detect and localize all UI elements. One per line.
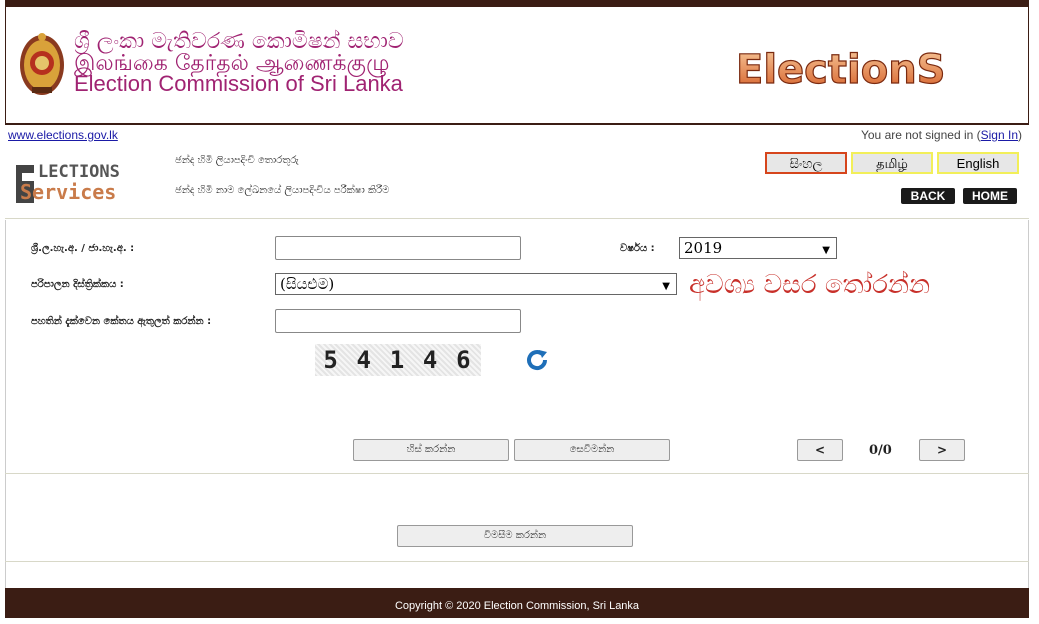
next-page-button[interactable]: > [919,439,965,461]
sri-lanka-emblem-icon [20,33,64,95]
refresh-captcha-icon[interactable] [525,348,549,372]
svg-text:LECTIONS: LECTIONS [38,162,120,182]
captcha-digit: 4 [356,346,373,374]
top-bar [5,0,1029,7]
lang-tamil-button[interactable]: தமிழ் [851,152,933,174]
year-required-note: අවශ්‍ය වසර තෝරන්න [689,270,931,300]
svg-text:Services: Services [20,180,116,204]
captcha-digit: 6 [456,346,473,374]
district-select[interactable]: (සියළුම) ▼ [275,273,677,295]
search-button[interactable]: සෙවීමන්න [514,439,670,461]
page-frame: ශ්‍රී ලංකා මැතිවරණ කොමිෂන් සභාව இலங்கை த… [5,0,1029,618]
lang-english-button[interactable]: English [937,152,1019,174]
sign-in-link[interactable]: Sign In [981,128,1018,142]
year-select[interactable]: 2019 ▼ [679,237,837,259]
nav-voter-registration-check: ඡන්ද හිමි නාම ලේඛනයේ ලියාපදිංචිය පරීක්ෂා… [175,185,390,196]
nic-input[interactable] [275,236,521,260]
inquiry-button[interactable]: විමසීම කරන්න [397,525,633,547]
elections-logo: ElectionS [736,47,946,91]
signin-status: You are not signed in (Sign In) [860,128,1022,142]
page-indicator: 0/0 [869,443,892,458]
prev-page-button[interactable]: < [797,439,843,461]
captcha-image: 5 4 1 4 6 [315,344,481,376]
divider [5,218,1029,219]
left-border [5,220,6,588]
district-label: පරිපාලන දිස්ත්‍රික්කය : [31,279,124,290]
back-button[interactable]: BACK [901,188,955,204]
divider [5,473,1029,474]
chevron-down-icon: ▼ [822,245,830,256]
website-link[interactable]: www.elections.gov.lk [8,128,118,142]
election-services-logo: LECTIONS Services [16,162,120,204]
captcha-digit: 5 [323,346,340,374]
svg-text:ElectionS: ElectionS [736,47,945,91]
captcha-input[interactable] [275,309,521,333]
nav-voter-info[interactable]: ඡන්ද හිමි ලියාපදිංචි තොරතුරු [175,155,299,166]
chevron-down-icon: ▼ [662,281,670,292]
site-header: ශ්‍රී ලංකා මැතිවරණ කොමිෂන් සභාව இலங்கை த… [5,7,1029,125]
right-border [1028,220,1029,588]
nic-label: ශ්‍රී.ල.හැ.අ. / ජා.හැ.අ. : [31,243,135,254]
captcha-digit: 1 [389,346,407,374]
lang-sinhala-button[interactable]: සිංහල [765,152,847,174]
home-button[interactable]: HOME [963,188,1017,204]
header-title-english: Election Commission of Sri Lanka [74,71,403,96]
year-label: වර්ෂය : [620,243,655,254]
captcha-digit: 4 [422,346,440,374]
captcha-label: පහතින් දැක්වෙන කේතය ඇතුලත් කරන්න : [31,316,212,327]
clear-button[interactable]: හිස් කරන්න [353,439,509,461]
footer-copyright: Copyright © 2020 Election Commission, Sr… [5,588,1029,618]
divider [5,561,1029,562]
